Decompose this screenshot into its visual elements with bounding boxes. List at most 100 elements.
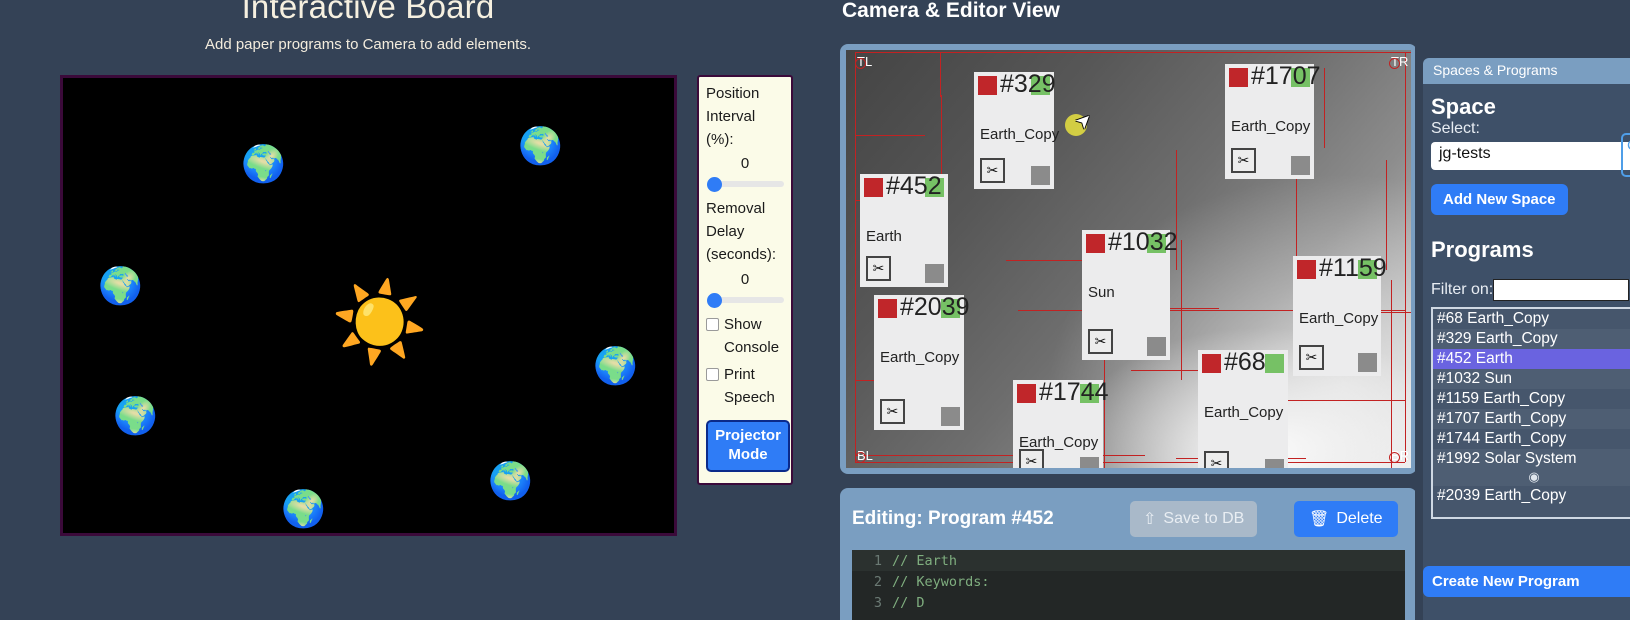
paper-program-card[interactable]: #329 Earth_Copy ✂ bbox=[974, 70, 1059, 189]
scissors-icon[interactable]: ✂ bbox=[866, 256, 891, 281]
paper-program-card[interactable]: #1032 Sun ✂ bbox=[1082, 228, 1178, 360]
removal-delay-label: Removal Delay (seconds): bbox=[706, 200, 777, 263]
add-new-space-button[interactable]: Add New Space bbox=[1431, 184, 1568, 215]
list-item[interactable]: #329 Earth_Copy bbox=[1433, 329, 1630, 349]
line-number: 3 bbox=[873, 594, 882, 611]
detection-border-left bbox=[855, 52, 856, 462]
code-line[interactable]: 2 // Keywords: bbox=[852, 571, 1405, 592]
list-item[interactable]: #2039 Earth_Copy bbox=[1433, 486, 1630, 506]
paper-program-card[interactable]: #1159 Earth_Copy ✂ bbox=[1293, 254, 1387, 376]
space-select-label: Select: bbox=[1431, 120, 1480, 137]
removal-delay-slider[interactable] bbox=[706, 292, 784, 308]
paper-program-card[interactable]: #1707 Earth_Copy ✂ bbox=[1225, 62, 1321, 179]
paper-program-name: Earth_Copy bbox=[880, 349, 960, 366]
corner-marker-ring-br bbox=[1389, 452, 1400, 463]
marker-dot-red bbox=[864, 178, 883, 197]
paper-program-card[interactable]: #1744 Earth_Copy ✂ bbox=[1013, 378, 1109, 468]
paper-program-card[interactable]: #68 Earth_Copy ✂ bbox=[1198, 348, 1288, 468]
noise-line-v-5 bbox=[1391, 280, 1392, 468]
tab-spaces-and-programs[interactable]: Spaces & Programs bbox=[1423, 58, 1630, 84]
slider-thumb[interactable] bbox=[707, 177, 722, 193]
paper-program-id: #1707 bbox=[1251, 62, 1321, 90]
line-text: // Earth bbox=[892, 552, 958, 569]
paper-program-id: #68 bbox=[1224, 348, 1266, 376]
show-console-label: Show Console bbox=[724, 315, 780, 356]
code-line[interactable]: 1 // Earth bbox=[852, 550, 1405, 571]
show-console-checkbox-row[interactable]: Show Console bbox=[706, 314, 784, 360]
print-speech-checkbox[interactable] bbox=[706, 368, 719, 382]
position-interval-slider[interactable] bbox=[706, 176, 784, 193]
list-item[interactable]: #1992 Solar System bbox=[1433, 449, 1630, 469]
scissors-icon[interactable]: ✂ bbox=[880, 399, 905, 424]
marker-dot-gray bbox=[1291, 156, 1310, 175]
paper-program-name: Sun bbox=[1088, 284, 1115, 301]
paper-program-card[interactable]: #452 Earth ✂ bbox=[860, 172, 948, 287]
earth-sprite: 🌍 bbox=[113, 395, 158, 436]
earth-sprite: 🌍 bbox=[488, 460, 533, 501]
earth-sprite: 🌍 bbox=[98, 265, 143, 306]
upload-icon: ⇧ bbox=[1143, 511, 1157, 528]
show-console-checkbox[interactable] bbox=[706, 317, 719, 331]
list-item[interactable]: #1707 Earth_Copy bbox=[1433, 409, 1630, 429]
marker-dot-gray bbox=[1265, 459, 1284, 468]
scissors-icon[interactable]: ✂ bbox=[1231, 148, 1256, 173]
app-root: Interactive Board Add paper programs to … bbox=[0, 0, 1630, 620]
eye-icon[interactable]: ◉ bbox=[1433, 469, 1630, 486]
corner-marker-ring-tr bbox=[1389, 58, 1400, 69]
marker-dot-gray bbox=[1080, 457, 1099, 468]
programs-list[interactable]: #68 Earth_Copy #329 Earth_Copy #452 Earth #… bbox=[1431, 307, 1630, 519]
line-text: // Keywords: bbox=[892, 573, 990, 590]
line-number: 1 bbox=[873, 552, 882, 569]
scissors-icon[interactable]: ✂ bbox=[980, 158, 1005, 183]
create-new-program-button[interactable]: Create New Program bbox=[1423, 566, 1630, 597]
save-to-db-button[interactable]: ⇧ Save to DB bbox=[1130, 501, 1258, 537]
marker-dot-gray bbox=[941, 407, 960, 426]
scissors-icon[interactable]: ✂ bbox=[1088, 329, 1113, 354]
delete-label: Delete bbox=[1336, 510, 1383, 527]
paper-program-id: #1744 bbox=[1039, 378, 1109, 406]
camera-view-card: TL TR BL BR #329 Earth_Copy ✂ #1707 Earth_Copy ✂ #… bbox=[840, 44, 1417, 474]
code-line[interactable]: 3 // D bbox=[852, 592, 1405, 613]
space-select-dropdown[interactable]: jg-tests bbox=[1431, 142, 1630, 170]
programs-heading: Programs bbox=[1431, 237, 1534, 262]
marker-dot-red bbox=[1017, 384, 1036, 403]
marker-dot-gray bbox=[1147, 337, 1166, 356]
paper-program-card[interactable]: #2039 Earth_Copy ✂ bbox=[874, 293, 970, 430]
camera-feed[interactable]: TL TR BL BR #329 Earth_Copy ✂ #1707 Earth_Copy ✂ #… bbox=[846, 50, 1411, 468]
print-speech-checkbox-row[interactable]: Print Speech bbox=[706, 364, 784, 410]
scissors-icon[interactable]: ✂ bbox=[1299, 345, 1324, 370]
clear-button[interactable]: C bbox=[1621, 133, 1630, 177]
program-editor-card: Editing: Program #452 ⇧ Save to DB 🗑 Del… bbox=[840, 488, 1417, 620]
list-item[interactable]: #452 Earth bbox=[1433, 349, 1630, 369]
detection-border-top bbox=[855, 52, 1411, 53]
earth-sprite: 🌍 bbox=[281, 488, 326, 529]
editor-header: Editing: Program #452 ⇧ Save to DB 🗑 Del… bbox=[852, 498, 1405, 540]
list-item[interactable]: #1032 Sun bbox=[1433, 369, 1630, 389]
marker-dot-green bbox=[1265, 354, 1284, 373]
list-item[interactable]: #1744 Earth_Copy bbox=[1433, 429, 1630, 449]
sun-sprite: ☀️ bbox=[331, 278, 429, 366]
delete-button[interactable]: 🗑 Delete bbox=[1294, 501, 1398, 537]
projector-mode-button[interactable]: Projector Mode bbox=[706, 419, 790, 473]
board-canvas[interactable]: 🌍 🌍 🌍 🌍 🌍 🌍 🌍 ☀️ bbox=[60, 75, 677, 536]
paper-program-id: #329 bbox=[1000, 70, 1056, 98]
marker-dot-gray bbox=[1031, 166, 1050, 185]
filter-input[interactable] bbox=[1493, 279, 1629, 301]
controls-panel: Position Interval (%): 0 Removal Delay (… bbox=[697, 75, 793, 485]
filter-label: Filter on: bbox=[1431, 281, 1494, 298]
list-item[interactable]: #68 Earth_Copy bbox=[1433, 309, 1630, 329]
trash-icon: 🗑 bbox=[1309, 511, 1330, 528]
space-heading: Space bbox=[1431, 94, 1496, 119]
paper-program-id: #2039 bbox=[900, 293, 970, 321]
slider-thumb[interactable] bbox=[707, 292, 722, 308]
paper-program-name: Earth_Copy bbox=[1204, 404, 1284, 421]
line-text: // D bbox=[892, 594, 925, 611]
scissors-icon[interactable]: ✂ bbox=[1019, 449, 1044, 468]
marker-dot-red bbox=[878, 299, 897, 318]
paper-program-id: #452 bbox=[886, 172, 942, 200]
scissors-icon[interactable]: ✂ bbox=[1204, 451, 1229, 468]
code-editor[interactable]: 1 // Earth 2 // Keywords: 3 // D bbox=[852, 550, 1405, 620]
list-item[interactable]: #1159 Earth_Copy bbox=[1433, 389, 1630, 409]
marker-dot-red bbox=[1229, 68, 1248, 87]
noise-line-v-7 bbox=[1181, 240, 1182, 380]
